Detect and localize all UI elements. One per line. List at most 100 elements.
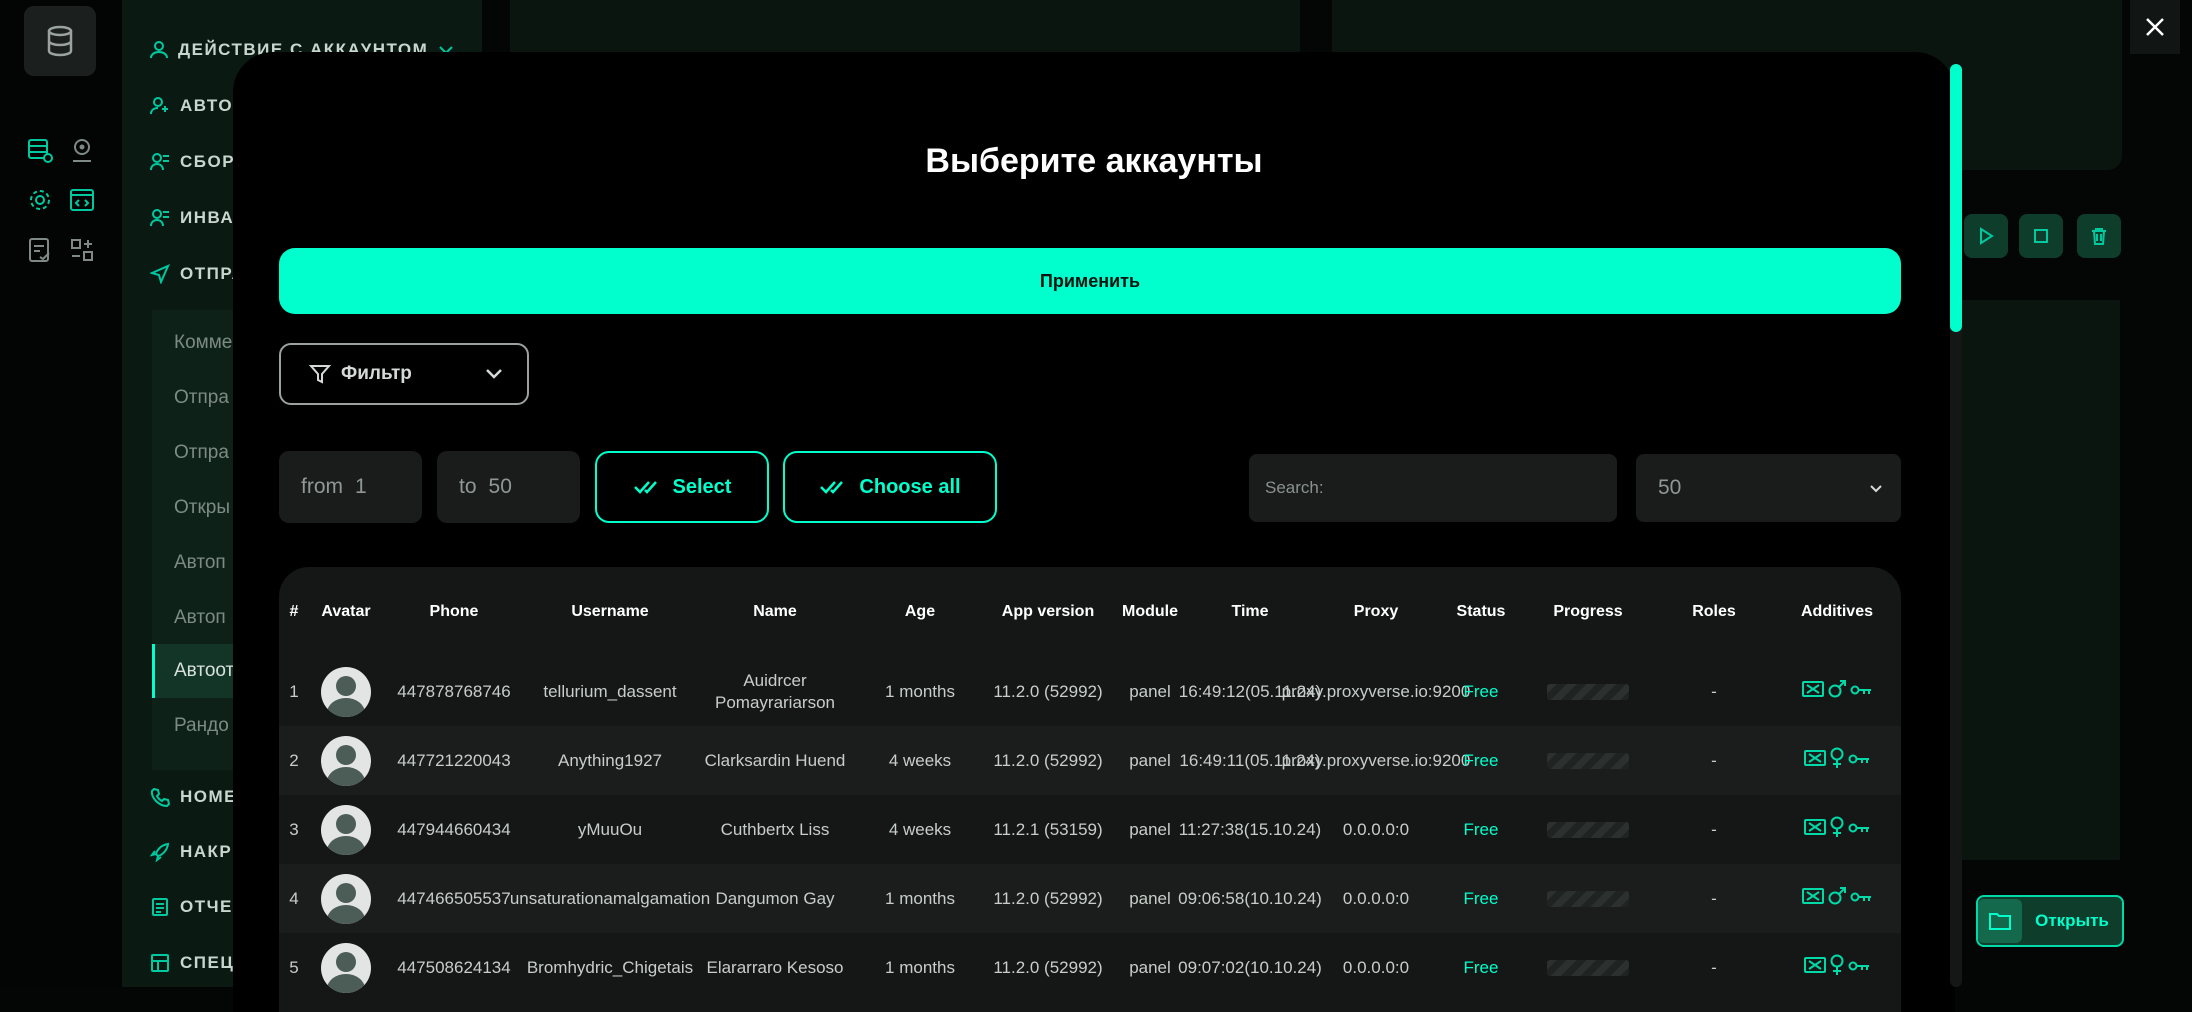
range-from-input[interactable]: from 1: [279, 451, 422, 523]
code-window-icon[interactable]: [68, 186, 96, 214]
table-row[interactable]: 3 447944660434 yMuuOu Cuthbertx Liss 4 weeks…: [279, 795, 1901, 864]
send-icon: [150, 264, 170, 284]
range-to-input[interactable]: to 50: [437, 451, 580, 523]
column-header[interactable]: Avatar: [309, 567, 383, 657]
cell-roles: -: [1711, 888, 1717, 908]
double-check-icon: [820, 481, 844, 494]
table-row[interactable]: 4 447466505537 unsaturationamalgamation Dan…: [279, 864, 1901, 933]
cell-proxy: 0.0.0.0:0: [1342, 819, 1410, 839]
table-row[interactable]: 2 447721220043 Anything1927 Clarksardin Hue…: [279, 726, 1901, 795]
stop-icon: [2034, 229, 2048, 243]
progress-track: [1547, 959, 1629, 976]
avatar-placeholder-icon: [321, 735, 371, 786]
sidebar-item-collect[interactable]: СБОР: [150, 145, 235, 179]
column-header[interactable]: Phone: [383, 567, 525, 657]
key-icon: [1850, 681, 1872, 703]
range-from-value: 1: [355, 475, 367, 498]
key-icon: [1848, 750, 1870, 772]
column-header[interactable]: Age: [855, 567, 985, 657]
gear-icon[interactable]: [26, 186, 54, 214]
checklist-icon[interactable]: [26, 236, 54, 264]
choose-all-button-label: Choose all: [859, 475, 961, 498]
cell-proxy: 0.0.0.0:0: [1342, 957, 1410, 977]
cell-name: Auidrcer Pomayrariarson: [715, 670, 835, 712]
cell-phone: 447878768746: [397, 681, 511, 701]
stop-button[interactable]: [2019, 214, 2063, 258]
column-header[interactable]: Proxy: [1311, 567, 1441, 657]
column-header[interactable]: Time: [1189, 567, 1311, 657]
avatar-placeholder-icon: [321, 942, 371, 993]
cell-age: 4 weeks: [888, 819, 952, 839]
male-icon: [1827, 886, 1847, 912]
delete-button[interactable]: [2077, 214, 2121, 258]
background-panel: [1950, 300, 2120, 860]
modal-scrollbar-thumb[interactable]: [1950, 64, 1962, 332]
column-header[interactable]: Name: [695, 567, 855, 657]
key-icon: [1848, 819, 1870, 841]
female-icon: [1829, 816, 1845, 844]
cell-n: 2: [289, 750, 299, 770]
column-header[interactable]: Module: [1111, 567, 1189, 657]
choose-all-button[interactable]: Choose all: [783, 451, 997, 523]
phone-icon: [150, 787, 170, 807]
table-row[interactable]: 5 447508624134 Bromhydric_Chigetais Elararr…: [279, 933, 1901, 1002]
table-row[interactable]: 1 447878768746 tellurium_dassent Auidrcer P…: [279, 657, 1901, 726]
progress-bar: [1521, 933, 1655, 1002]
sidebar-item-numbers[interactable]: НОМЕ: [150, 780, 237, 814]
sidebar-item-reports[interactable]: ОТЧЕ: [150, 890, 233, 924]
column-header[interactable]: Roles: [1655, 567, 1773, 657]
per-page-select[interactable]: 50: [1636, 454, 1901, 522]
cell-phone: 447944660434: [397, 819, 511, 839]
sidebar-item-boost[interactable]: НАКР: [150, 835, 232, 869]
open-button[interactable]: Открыть: [1976, 895, 2124, 947]
accounts-table: # Avatar Phone Username Name Age App version Mo…: [279, 567, 1901, 1012]
column-header[interactable]: App version: [985, 567, 1111, 657]
swap-icon[interactable]: [68, 236, 96, 264]
user-icon: [150, 41, 168, 59]
play-button[interactable]: [1964, 214, 2008, 258]
sidebar-item-send[interactable]: ОТПРА: [150, 257, 245, 291]
trash-icon: [2092, 228, 2106, 245]
column-header[interactable]: Status: [1441, 567, 1521, 657]
apply-button[interactable]: Применить: [279, 248, 1901, 314]
table-settings-icon[interactable]: [26, 136, 54, 164]
progress-track: [1547, 821, 1629, 838]
range-to-value: 50: [488, 475, 512, 498]
column-header[interactable]: Additives: [1773, 567, 1901, 657]
sidebar-item-label: ОТЧЕ: [180, 897, 233, 916]
cell-phone: 447721220043: [397, 750, 511, 770]
filter-dropdown[interactable]: Фильтр: [279, 343, 529, 405]
additives-cell: [1773, 657, 1901, 726]
search-input[interactable]: [1249, 454, 1617, 522]
sidebar-item-label: НОМЕ: [180, 787, 237, 806]
avatar: [309, 864, 383, 933]
cell-name: Elararraro Kesoso: [706, 957, 844, 977]
database-button[interactable]: [24, 6, 96, 76]
cell-app: 11.2.0 (52992): [993, 957, 1103, 977]
cell-status: Free: [1463, 888, 1499, 908]
sidebar-item-special[interactable]: СПЕЦ: [150, 946, 234, 980]
cell-name: Cuthbertx Liss: [720, 819, 830, 839]
close-icon: [2146, 18, 2164, 36]
column-header[interactable]: Progress: [1521, 567, 1655, 657]
avatar: [309, 933, 383, 1002]
cell-time: 09:06:58(10.10.24): [1178, 888, 1322, 908]
select-button[interactable]: Select: [595, 451, 769, 523]
sidebar-item-invite[interactable]: ИНВА: [150, 201, 234, 235]
column-header[interactable]: #: [279, 567, 309, 657]
progress-track: [1547, 752, 1629, 769]
cell-n: 3: [289, 819, 299, 839]
location-icon[interactable]: [68, 136, 96, 164]
background-panel: [510, 0, 1300, 52]
avatar-placeholder-icon: [321, 666, 371, 717]
cell-phone: 447508624134: [397, 957, 511, 977]
grid-icon: [151, 954, 169, 972]
close-button[interactable]: [2130, 0, 2180, 54]
double-check-icon: [633, 481, 657, 494]
avatar: [309, 726, 383, 795]
cell-age: 1 months: [885, 888, 955, 908]
cell-username: Bromhydric_Chigetais: [526, 957, 694, 977]
sidebar-item-auto[interactable]: АВТО: [150, 89, 233, 123]
cell-proxy: proxy.proxyverse.io:9200: [1281, 681, 1471, 701]
column-header[interactable]: Username: [525, 567, 695, 657]
